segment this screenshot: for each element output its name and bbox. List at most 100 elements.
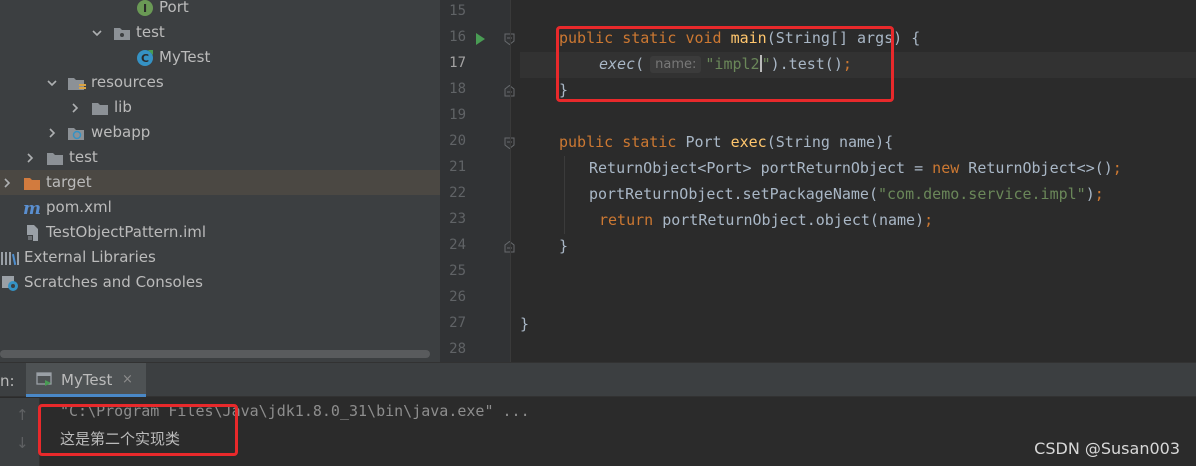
annotation-box-output <box>38 404 238 456</box>
tree-item-label: MyTest <box>159 48 211 66</box>
code-line-21[interactable]: ReturnObject<Port> portReturnObject = ne… <box>520 156 1196 182</box>
iml-file-icon <box>22 220 42 245</box>
code-line-22[interactable]: portReturnObject.setPackageName("com.dem… <box>520 182 1196 208</box>
tree-item-label: TestObjectPattern.iml <box>46 223 207 241</box>
code-line-24[interactable]: } <box>520 234 1196 260</box>
gutter-line: 22 <box>440 182 510 208</box>
tree-item-label: resources <box>91 73 164 91</box>
tree-item-webapp[interactable]: webapp <box>0 120 440 145</box>
svg-text:C: C <box>141 52 149 65</box>
folder-icon <box>45 145 65 170</box>
maven-icon: m <box>22 195 42 220</box>
scroll-down-icon[interactable]: ↓ <box>16 434 29 452</box>
run-tab-label: MyTest <box>61 371 113 389</box>
chevron-right-icon[interactable] <box>68 95 82 120</box>
annotation-box-code <box>556 26 894 102</box>
tree-item-external-libraries[interactable]: External Libraries <box>0 245 440 270</box>
gutter-line: 15 <box>440 0 510 26</box>
editor-gutter: 15 16 17 18 19 20 21 22 23 24 25 26 27 2… <box>440 0 515 362</box>
gutter-line: 18 <box>440 78 515 104</box>
svg-text:I: I <box>143 2 147 15</box>
gutter-line: 25 <box>440 260 510 286</box>
run-panel-label: n: <box>0 372 15 390</box>
run-gutter-icon[interactable] <box>476 33 485 45</box>
gutter-line: 23 <box>440 208 510 234</box>
tree-item-scratches[interactable]: Scratches and Consoles <box>0 270 440 295</box>
tree-item-label: test <box>69 148 98 166</box>
folder-icon <box>90 95 110 120</box>
line-number: 23 <box>449 211 466 227</box>
code-text: ReturnObject<Port> portReturnObject = ne… <box>589 159 1122 177</box>
code-text: public static Port exec(String name){ <box>559 133 894 151</box>
code-line-20[interactable]: public static Port exec(String name){ <box>520 130 1196 156</box>
line-number: 17 <box>449 55 466 71</box>
run-tool-window-header: n: MyTest × <box>0 363 1196 397</box>
tree-horizontal-scrollbar[interactable] <box>0 350 430 358</box>
tree-item-target[interactable]: target <box>0 170 440 195</box>
gutter-line: 21 <box>440 156 510 182</box>
java-class-icon: C <box>135 45 155 70</box>
tree-item-test-package[interactable]: test <box>0 20 440 45</box>
code-text: } <box>559 237 569 255</box>
line-number: 28 <box>449 341 466 357</box>
resources-folder-icon <box>67 70 87 95</box>
code-text: } <box>520 315 530 333</box>
watermark: CSDN @Susan003 <box>1034 439 1180 458</box>
tree-item-resources[interactable]: resources <box>0 70 440 95</box>
line-number: 16 <box>449 29 466 45</box>
console-toolbar: ↑ ↓ <box>0 398 40 466</box>
line-number: 18 <box>449 81 466 97</box>
run-config-icon <box>36 372 52 386</box>
code-line-27[interactable]: } <box>520 312 1196 338</box>
gutter-line: 20 <box>440 130 515 156</box>
web-folder-icon <box>67 120 87 145</box>
excluded-folder-icon <box>22 170 42 195</box>
tree-item-lib[interactable]: lib <box>0 95 440 120</box>
gutter-separator <box>510 0 511 362</box>
scratches-icon <box>0 270 20 295</box>
tree-item-label: lib <box>114 98 132 116</box>
tree-item-pom[interactable]: m pom.xml <box>0 195 440 220</box>
chevron-right-icon[interactable] <box>23 145 37 170</box>
project-tree: I Port test C MyTest resources lib webap… <box>0 0 440 362</box>
line-number: 26 <box>449 289 466 305</box>
line-number: 24 <box>449 237 466 253</box>
tree-item-label: test <box>136 23 165 41</box>
tree-item-label: pom.xml <box>46 198 112 216</box>
code-text: return portReturnObject.object(name); <box>599 211 934 229</box>
close-icon[interactable]: × <box>122 372 133 387</box>
chevron-right-icon[interactable] <box>45 120 59 145</box>
tree-item-iml[interactable]: TestObjectPattern.iml <box>0 220 440 245</box>
run-tab-mytest[interactable]: MyTest × <box>26 363 146 397</box>
gutter-line: 24 <box>440 234 515 260</box>
svg-text:m: m <box>23 199 41 217</box>
tree-item-test[interactable]: test <box>0 145 440 170</box>
chevron-down-icon[interactable] <box>90 20 104 45</box>
tree-item-port[interactable]: I Port <box>0 0 440 20</box>
chevron-down-icon[interactable] <box>45 70 59 95</box>
interface-icon: I <box>135 0 155 20</box>
tree-item-label: webapp <box>91 123 151 141</box>
code-text: portReturnObject.setPackageName("com.dem… <box>589 185 1104 203</box>
tree-item-mytest[interactable]: C MyTest <box>0 45 440 70</box>
line-number: 19 <box>449 107 466 123</box>
gutter-line-current: 17 <box>440 52 510 78</box>
tree-item-label: External Libraries <box>24 248 156 266</box>
gutter-line: 27 <box>440 312 510 338</box>
gutter-line: 19 <box>440 104 510 130</box>
line-number: 21 <box>449 159 466 175</box>
gutter-line: 28 <box>440 338 510 362</box>
line-number: 25 <box>449 263 466 279</box>
tree-item-label: Scratches and Consoles <box>24 273 203 291</box>
scroll-up-icon[interactable]: ↑ <box>16 406 29 424</box>
chevron-right-icon[interactable] <box>0 170 14 195</box>
package-icon <box>112 20 132 45</box>
line-number: 15 <box>449 3 466 19</box>
code-line-23[interactable]: return portReturnObject.object(name); <box>520 208 1196 234</box>
line-number: 22 <box>449 185 466 201</box>
gutter-line: 26 <box>440 286 510 312</box>
gutter-line: 16 <box>440 26 515 52</box>
libraries-icon <box>0 245 20 270</box>
tree-item-label: target <box>46 173 92 191</box>
tree-item-label: Port <box>159 0 189 16</box>
